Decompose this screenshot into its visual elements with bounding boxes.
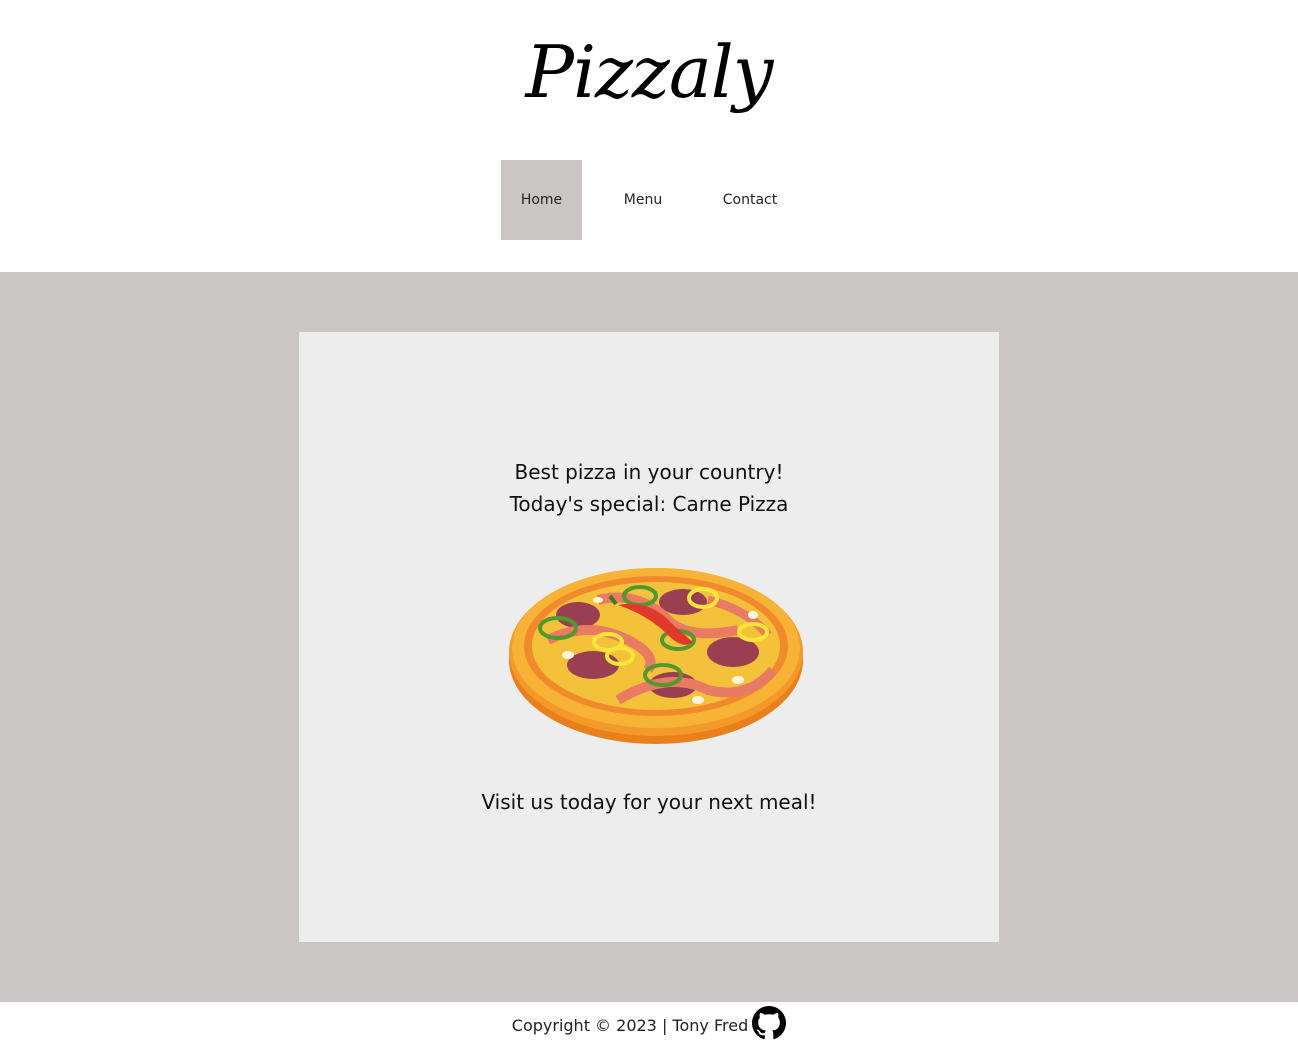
hero-card: Best pizza in your country! Today's spec… xyxy=(299,332,999,942)
github-icon[interactable] xyxy=(752,1005,787,1040)
hero-special: Today's special: Carne Pizza xyxy=(509,492,789,516)
main-content: Best pizza in your country! Today's spec… xyxy=(0,272,1298,1002)
nav-contact[interactable]: Contact xyxy=(704,160,796,240)
hero-tagline: Best pizza in your country! xyxy=(514,460,784,484)
nav-menu[interactable]: Menu xyxy=(582,160,704,240)
main-nav: Home Menu Contact xyxy=(501,160,796,240)
site-header: Pizzaly Home Menu Contact xyxy=(0,0,1298,272)
hero-cta: Visit us today for your next meal! xyxy=(481,790,817,814)
pizza-illustration xyxy=(509,568,803,744)
nav-home[interactable]: Home xyxy=(501,160,582,240)
copyright-text: Copyright © 2023 | Tony Fred xyxy=(511,1016,749,1035)
site-logo: Pizzaly xyxy=(525,30,774,114)
site-footer: Copyright © 2023 | Tony Fred xyxy=(0,1002,1298,1049)
